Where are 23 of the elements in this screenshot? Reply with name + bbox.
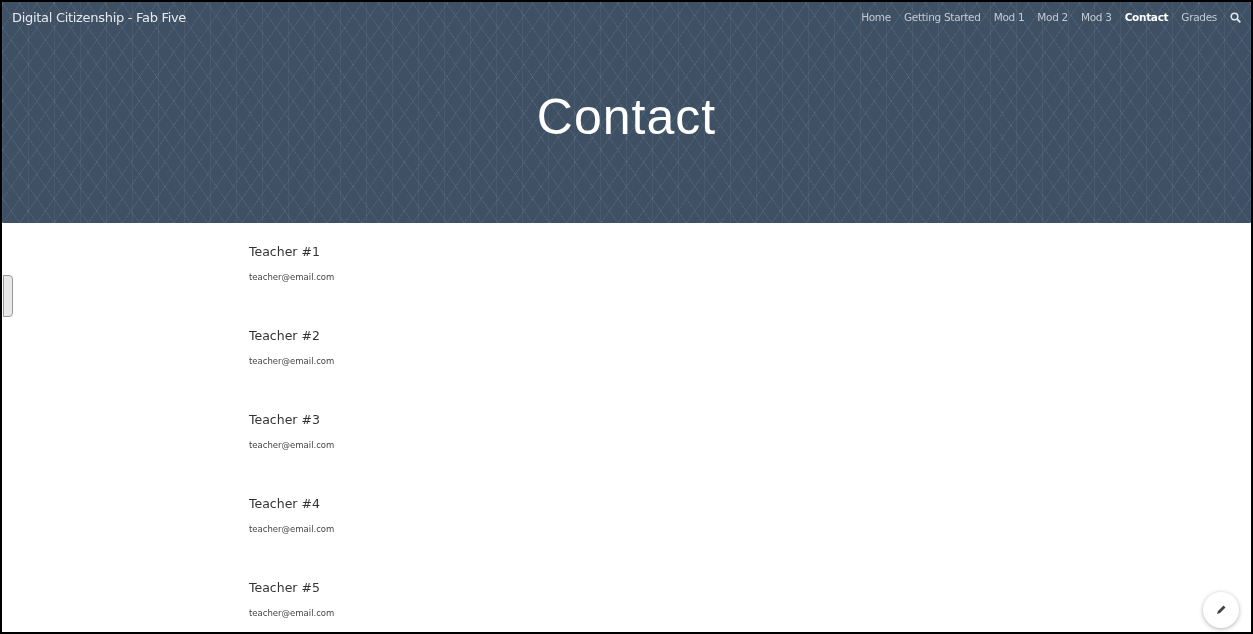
nav-link[interactable]: Mod 1 bbox=[993, 9, 1025, 26]
teacher-name: Teacher #2 bbox=[249, 327, 320, 345]
teacher-email: teacher@email.com bbox=[249, 522, 335, 536]
nav-link[interactable]: Mod 3 bbox=[1081, 9, 1112, 26]
page-title: Contact bbox=[535, 87, 718, 147]
teacher-email: teacher@email.com bbox=[249, 354, 335, 368]
nav-link[interactable]: Grades bbox=[1181, 9, 1217, 26]
teacher-email: teacher@email.com bbox=[249, 270, 335, 284]
teacher-name: Teacher #1 bbox=[249, 243, 320, 261]
teacher-name: Teacher #4 bbox=[249, 495, 320, 513]
nav-link[interactable]: Getting Started bbox=[903, 9, 981, 26]
nav-link[interactable]: Home bbox=[861, 9, 891, 26]
teacher-email: teacher@email.com bbox=[249, 606, 335, 620]
teacher-email: teacher@email.com bbox=[249, 438, 335, 452]
search-icon[interactable] bbox=[1230, 12, 1241, 24]
pencil-icon bbox=[1215, 604, 1227, 616]
side-panel-handle[interactable] bbox=[3, 275, 13, 317]
nav-link[interactable]: Mod 2 bbox=[1037, 9, 1068, 26]
site-title[interactable]: Digital Citizenship - Fab Five bbox=[12, 8, 187, 28]
nav-link[interactable]: Contact bbox=[1124, 9, 1169, 26]
edit-button[interactable] bbox=[1203, 592, 1239, 628]
teacher-name: Teacher #5 bbox=[249, 579, 320, 597]
teacher-name: Teacher #3 bbox=[249, 411, 320, 429]
